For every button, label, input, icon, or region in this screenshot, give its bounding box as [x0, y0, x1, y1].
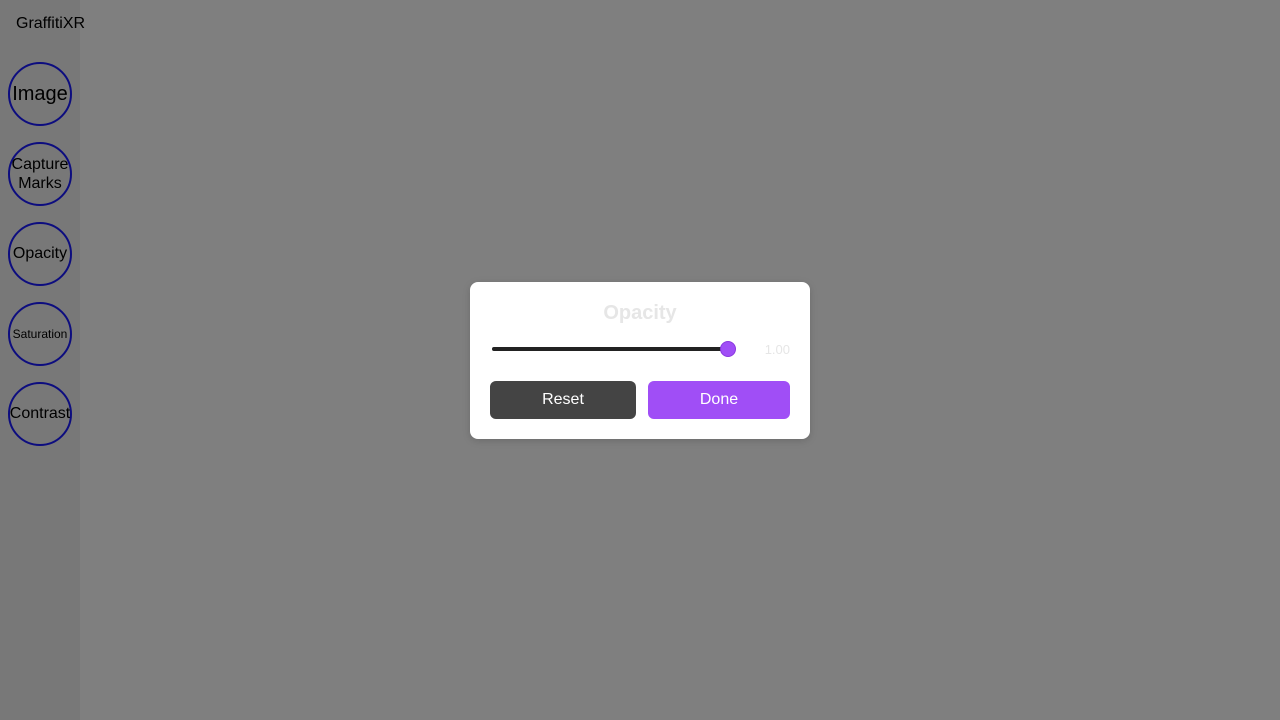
slider-fill — [492, 347, 728, 351]
slider-thumb[interactable] — [720, 341, 736, 357]
done-button[interactable]: Done — [648, 381, 790, 419]
opacity-dialog: Opacity 1.00 Reset Done — [470, 282, 810, 439]
reset-button[interactable]: Reset — [490, 381, 636, 419]
dialog-title: Opacity — [603, 302, 677, 324]
app-root: GraffitiXR Image Capture Marks Opacity S… — [0, 0, 1280, 720]
opacity-slider[interactable] — [490, 339, 736, 359]
slider-value: 1.00 — [764, 342, 790, 357]
